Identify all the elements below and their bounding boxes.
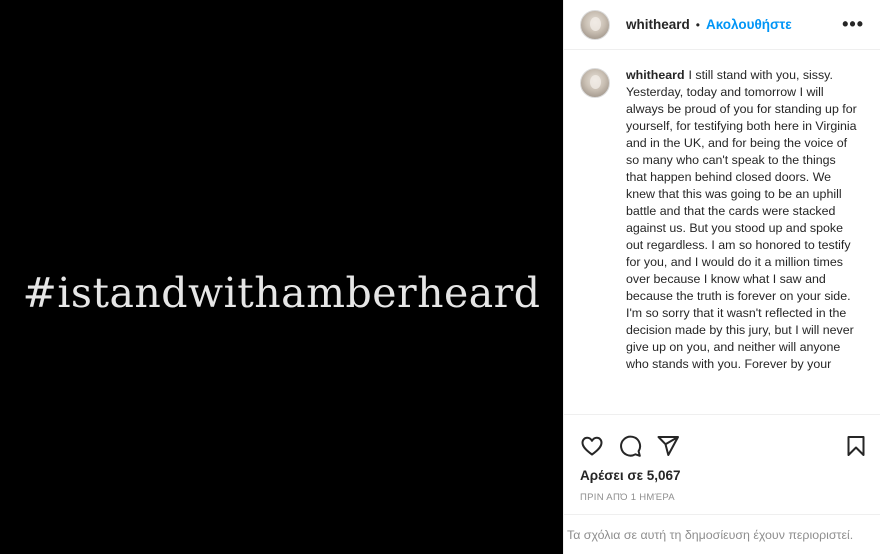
follow-button[interactable]: Ακολουθήστε (706, 17, 792, 32)
caption-area: whitheard I still stand with you, sissy. … (564, 51, 880, 413)
comments-restricted-notice: Τα σχόλια σε αυτή τη δημοσίευση έχουν πε… (564, 514, 880, 554)
post-side-panel: whitheard • Ακολουθήστε ••• whitheard I s… (563, 0, 880, 554)
bookmark-icon[interactable] (844, 434, 868, 458)
caption-text: I still stand with you, sissy. Yesterday… (626, 68, 857, 371)
share-icon[interactable] (656, 434, 680, 458)
avatar[interactable] (580, 9, 610, 40)
more-options-icon[interactable]: ••• (842, 15, 864, 33)
comment-icon[interactable] (618, 434, 642, 458)
likes-count[interactable]: Αρέσει σε 5,067 (580, 468, 681, 483)
post-header: whitheard • Ακολουθήστε ••• (564, 0, 880, 50)
post-timestamp[interactable]: ΠΡΙΝ ΑΠΌ 1 ΗΜΈΡΑ (580, 492, 675, 503)
header-username[interactable]: whitheard (626, 17, 690, 32)
media-hashtag-text: #istandwithamberheard (22, 269, 541, 317)
caption-avatar[interactable] (580, 68, 610, 98)
caption: whitheard I still stand with you, sissy. … (626, 67, 858, 413)
header-separator: • (695, 17, 700, 32)
heart-icon[interactable] (580, 434, 604, 458)
action-bar (564, 414, 880, 462)
post-media[interactable]: #istandwithamberheard (0, 0, 563, 554)
caption-username[interactable]: whitheard (626, 68, 685, 82)
